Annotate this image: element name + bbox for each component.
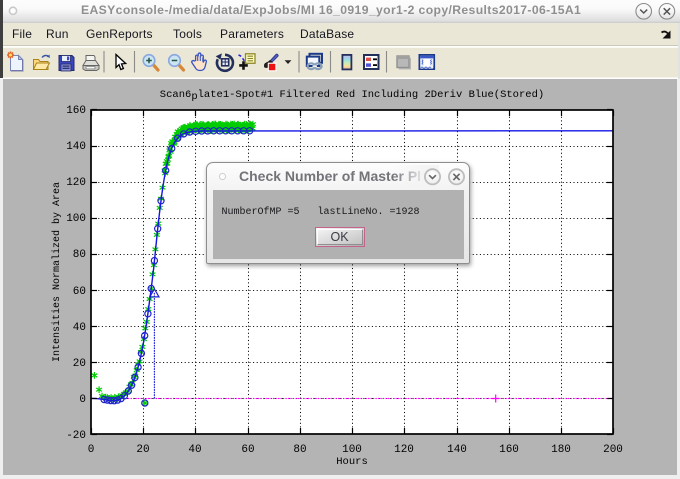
svg-text:120: 120 — [66, 177, 86, 189]
svg-text:140: 140 — [447, 444, 467, 456]
svg-text:80: 80 — [293, 444, 306, 456]
svg-text:Scan6plate1-Spot#1 Filtered Re: Scan6plate1-Spot#1 Filtered Red Includin… — [160, 89, 544, 103]
svg-text:40: 40 — [73, 322, 86, 334]
svg-text:120: 120 — [394, 444, 414, 456]
svg-text:200: 200 — [603, 444, 623, 456]
svg-text:20: 20 — [73, 358, 86, 370]
svg-text:-20: -20 — [66, 430, 86, 442]
svg-text:0: 0 — [88, 444, 95, 456]
svg-text:140: 140 — [66, 141, 86, 153]
svg-text:160: 160 — [499, 444, 519, 456]
svg-text:180: 180 — [551, 444, 571, 456]
svg-text:40: 40 — [188, 444, 201, 456]
svg-text:20: 20 — [136, 444, 149, 456]
svg-text:100: 100 — [342, 444, 362, 456]
svg-text:60: 60 — [241, 444, 254, 456]
svg-text:Hours: Hours — [336, 456, 368, 468]
svg-text:100: 100 — [66, 213, 86, 225]
svg-text:Intensities Normalized by Area: Intensities Normalized by Area — [51, 182, 63, 362]
svg-text:60: 60 — [73, 286, 86, 298]
svg-text:80: 80 — [73, 249, 86, 261]
svg-text:160: 160 — [66, 105, 86, 117]
svg-text:0: 0 — [79, 394, 86, 406]
